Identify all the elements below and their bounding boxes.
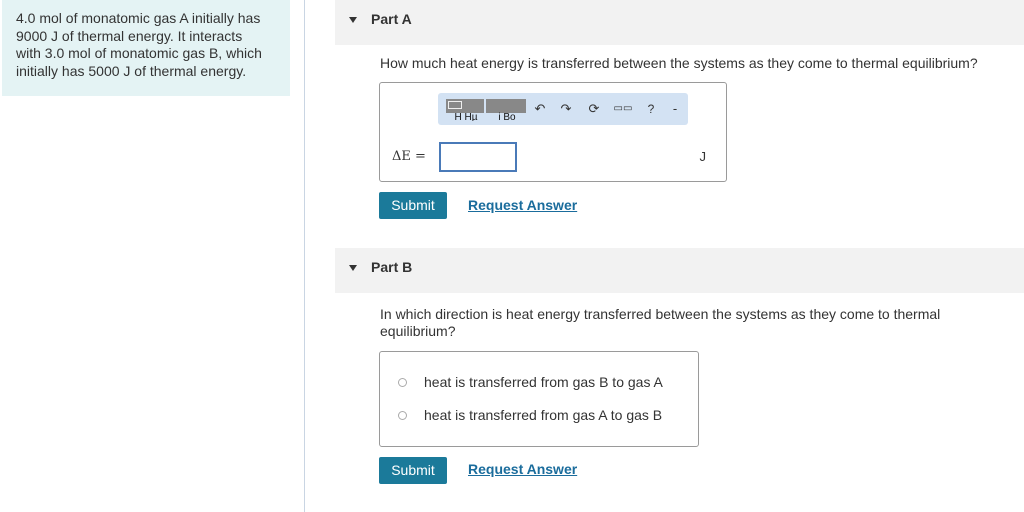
- template-button-1[interactable]: H Hµ: [446, 99, 484, 121]
- part-a-header[interactable]: Part A: [335, 0, 1024, 45]
- part-b-submit-button[interactable]: Submit: [379, 457, 447, 484]
- part-a-submit-button[interactable]: Submit: [379, 192, 447, 219]
- reset-icon[interactable]: ⟳: [586, 99, 602, 119]
- delta-e-label: ΔE =: [392, 149, 426, 164]
- panel-divider: [304, 0, 305, 512]
- problem-line: 4.0 mol of monatomic gas A initially has: [16, 10, 261, 26]
- collapse-caret-icon[interactable]: [349, 265, 357, 271]
- radio-button[interactable]: [398, 411, 407, 420]
- part-a-title: Part A: [371, 11, 412, 27]
- choice-label[interactable]: heat is transferred from gas A to gas B: [424, 407, 662, 423]
- part-a-request-answer-link[interactable]: Request Answer: [468, 197, 577, 213]
- keyboard-icon[interactable]: ▭▭: [612, 99, 634, 119]
- part-b-title: Part B: [371, 259, 413, 275]
- part-a-answer-box: H Hµ i Bo ↶ ↷ ⟳ ▭▭ ? - ΔE = J: [379, 82, 727, 182]
- unit-label: J: [699, 149, 707, 164]
- redo-icon[interactable]: ↷: [558, 99, 574, 119]
- problem-text: 4.0 mol of monatomic gas A initially has…: [16, 10, 276, 80]
- choice-label[interactable]: heat is transferred from gas B to gas A: [424, 374, 663, 390]
- part-b-choices: heat is transferred from gas B to gas A …: [379, 351, 699, 447]
- more-options-button[interactable]: -: [670, 99, 680, 119]
- problem-line: with 3.0 mol of monatomic gas B, which: [16, 45, 262, 62]
- template-label: i Bo: [486, 113, 526, 121]
- template-box-icon: [448, 101, 462, 109]
- part-b-question-line: equilibrium?: [380, 323, 456, 339]
- problem-statement-panel: 4.0 mol of monatomic gas A initially has…: [2, 0, 290, 96]
- undo-icon[interactable]: ↶: [532, 99, 548, 119]
- part-b-question-line: In which direction is heat energy transf…: [380, 306, 941, 322]
- template-label: H Hµ: [446, 113, 484, 121]
- help-icon[interactable]: ?: [643, 99, 659, 119]
- part-b-header[interactable]: Part B: [335, 248, 1024, 293]
- part-b-question: In which direction is heat energy transf…: [380, 306, 940, 340]
- problem-line: 9000 J of thermal energy. It interacts: [16, 27, 243, 44]
- part-a-question: How much heat energy is transferred betw…: [380, 55, 978, 71]
- math-toolbar: H Hµ i Bo ↶ ↷ ⟳ ▭▭ ? -: [438, 93, 688, 125]
- answer-input[interactable]: [439, 142, 517, 172]
- problem-line: initially has 5000 J of thermal energy.: [16, 62, 247, 79]
- part-b-request-answer-link[interactable]: Request Answer: [468, 461, 577, 477]
- collapse-caret-icon[interactable]: [349, 17, 357, 23]
- template-button-2[interactable]: i Bo: [486, 99, 526, 121]
- radio-button[interactable]: [398, 378, 407, 387]
